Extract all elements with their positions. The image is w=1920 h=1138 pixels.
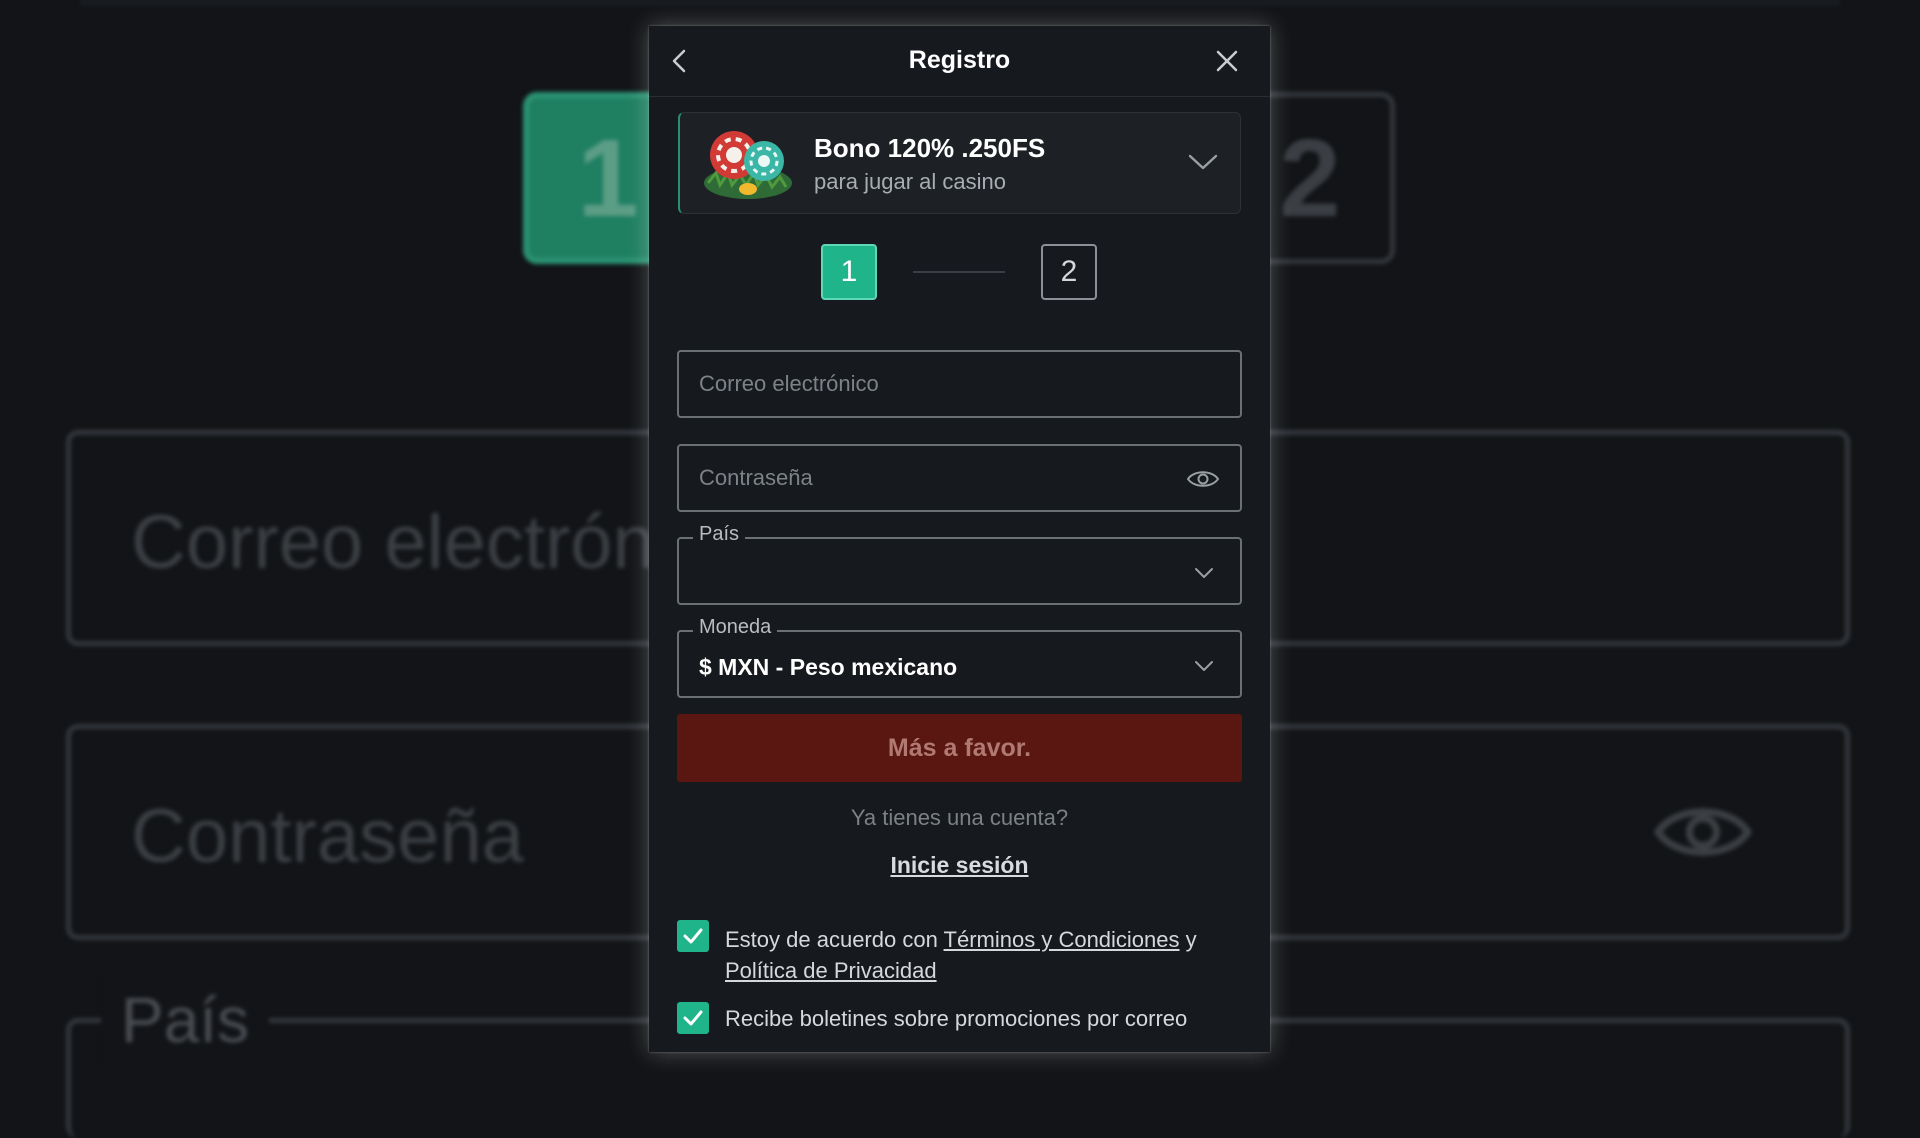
chevron-down-icon [1195,661,1213,671]
bonus-selector[interactable]: Bono 120% .250FS para jugar al casino [678,112,1241,214]
bonus-title: Bono 120% .250FS [814,133,1046,163]
bonus-chips-icon [704,131,792,199]
password-field[interactable] [677,444,1242,512]
currency-value: $ MXN - Peso mexicano [699,654,958,680]
terms-link[interactable]: Términos y Condiciones [944,927,1180,952]
email-input[interactable] [679,352,1240,416]
background-eye-icon [1653,808,1753,856]
modal-title: Registro [908,46,1011,74]
email-field[interactable] [677,350,1242,418]
eye-icon[interactable] [1186,468,1220,490]
terms-prefix: Estoy de acuerdo con [725,927,938,952]
country-select[interactable]: País [677,523,1242,605]
newsletter-text: Recibe boletines sobre promociones por c… [725,1006,1188,1031]
modal-header: Registro [649,26,1270,97]
login-link[interactable]: Inicie sesión [890,852,1028,878]
step-2[interactable]: 2 [1041,244,1097,300]
step-connector [913,271,1005,273]
currency-label: Moneda [693,616,778,639]
newsletter-checkbox[interactable] [677,1002,709,1034]
chevron-down-icon [1195,568,1213,578]
registration-modal: Registro Bono 120% .250FS para jugar al … [649,26,1270,1052]
login-link-wrapper: Inicie sesión [649,852,1270,879]
currency-select[interactable]: Moneda $ MXN - Peso mexicano [677,616,1242,698]
close-icon[interactable] [1212,46,1242,76]
terms-conjunction: y [1185,927,1197,952]
step-1[interactable]: 1 [821,244,877,300]
country-label: País [693,523,746,546]
terms-text: Estoy de acuerdo con Términos y Condicio… [725,924,1245,986]
background-password-text: Contraseña [131,794,524,879]
submit-button[interactable]: Más a favor. [677,714,1242,782]
background-top-bar [80,0,1840,5]
privacy-link[interactable]: Política de Privacidad [725,958,937,983]
background-email-text: Correo electrón [131,500,655,585]
account-question: Ya tienes una cuenta? [850,805,1069,830]
bonus-subtitle: para jugar al casino [814,169,1007,194]
check-icon [683,928,703,944]
chevron-down-icon [1188,154,1218,170]
step-indicator: 1 2 [649,244,1270,302]
password-input[interactable] [679,446,1240,510]
terms-checkbox[interactable] [677,920,709,952]
background-country-label: País [101,983,270,1057]
check-icon [683,1010,703,1026]
